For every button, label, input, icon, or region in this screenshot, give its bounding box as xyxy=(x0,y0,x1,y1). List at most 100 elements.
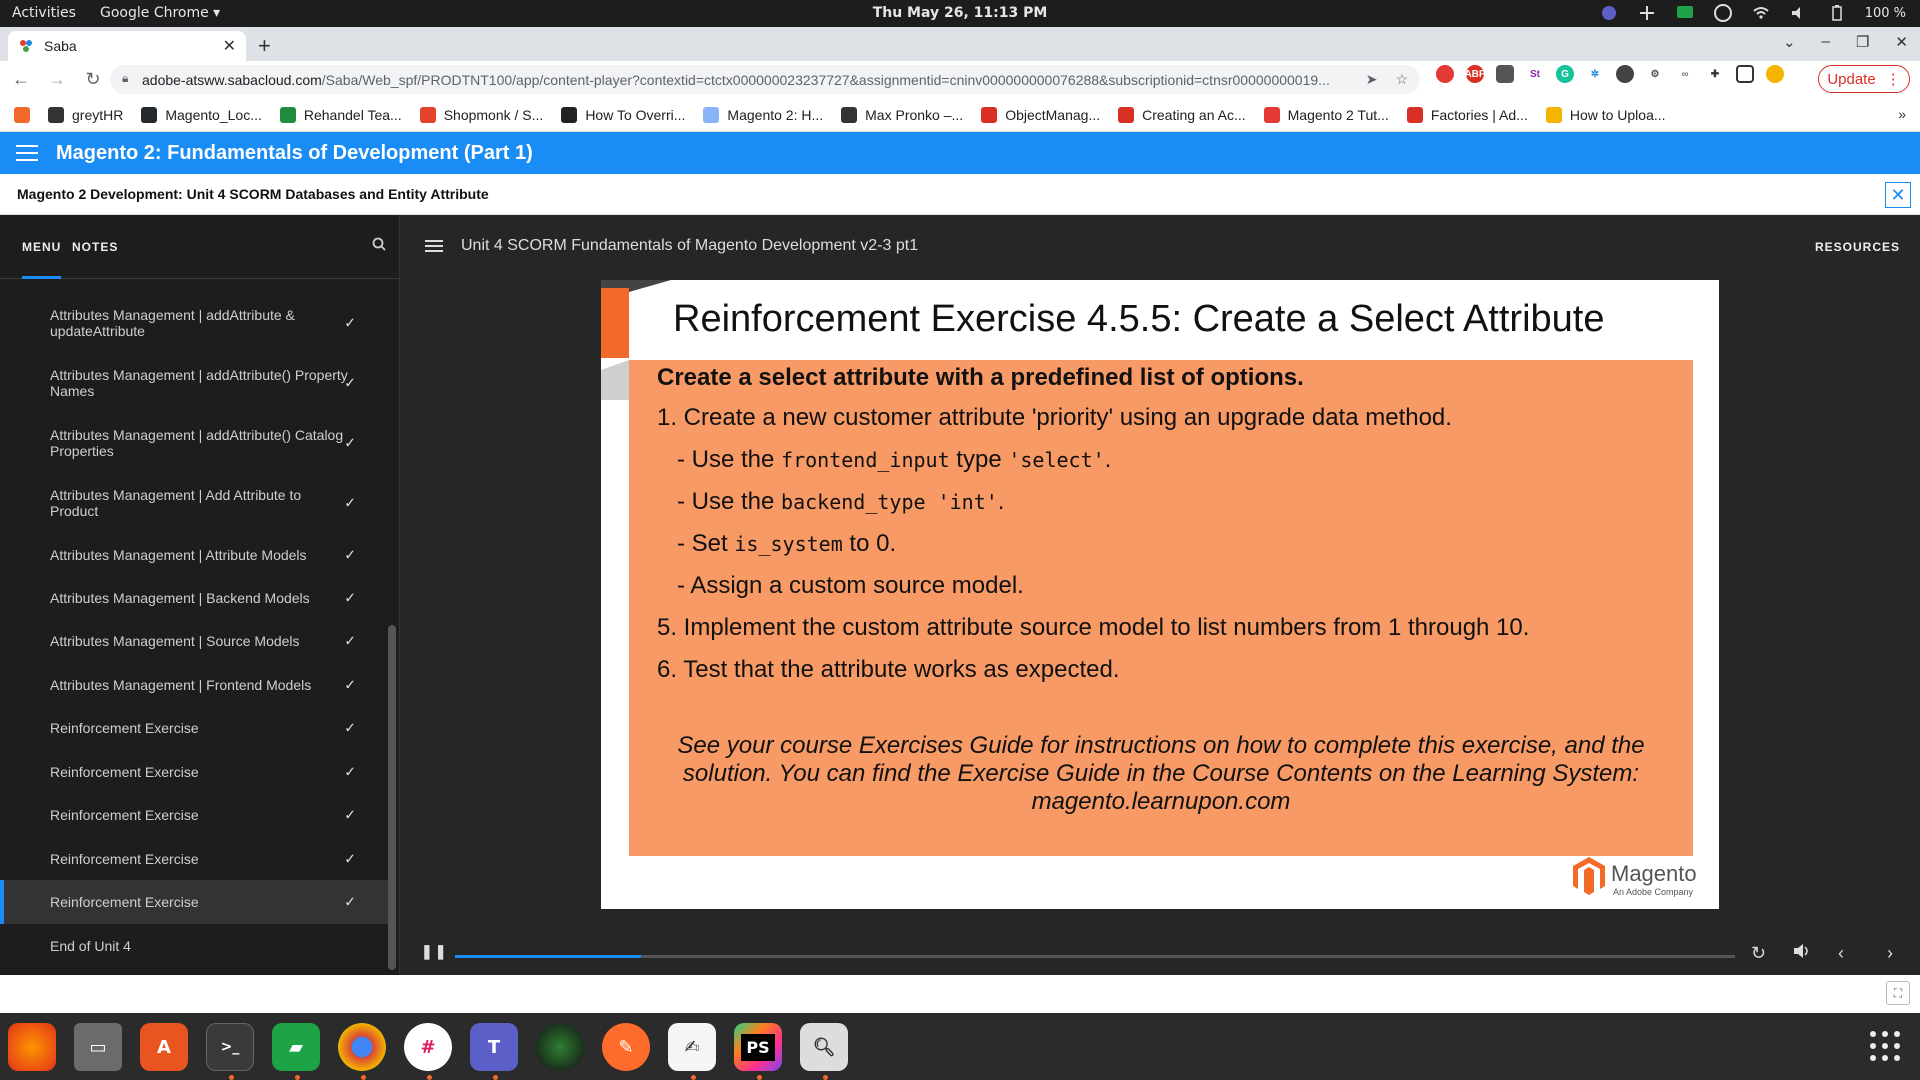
address-bar[interactable]: 🔒︎ adobe-atsww.sabacloud.com/Saba/Web_sp… xyxy=(110,65,1420,94)
sidebar-menu-item[interactable]: Reinforcement Exercise ✓ xyxy=(0,793,390,837)
new-tab-button[interactable]: + xyxy=(258,33,271,59)
extension-record-icon[interactable] xyxy=(1616,65,1634,83)
bookmark-item[interactable]: Rehandel Tea... xyxy=(279,106,402,123)
maximize-icon[interactable]: ❐ xyxy=(1856,33,1869,51)
bookmark-item[interactable]: How to Uploa... xyxy=(1545,106,1666,123)
chat-tray-icon[interactable] xyxy=(1675,4,1695,22)
player-controls: ❚❚ ↻ ‹ › xyxy=(401,935,1920,975)
previous-slide-icon[interactable]: ‹ xyxy=(1838,943,1844,964)
software-center-icon[interactable]: A xyxy=(140,1023,188,1071)
volume-control-icon[interactable] xyxy=(1793,943,1811,964)
sidebar-menu-item[interactable]: Attributes Management | addAttribute() C… xyxy=(0,413,390,473)
sidebar-menu-item[interactable]: Attributes Management | Add Attribute to… xyxy=(0,473,390,533)
resources-button[interactable]: RESOURCES xyxy=(1815,240,1900,254)
bookmarks-overflow-icon[interactable]: » xyxy=(1898,106,1906,122)
extension-link-icon[interactable]: ∞ xyxy=(1676,65,1694,83)
search-icon[interactable] xyxy=(372,237,386,256)
tab-title: Saba xyxy=(44,38,77,54)
kebab-menu-icon[interactable]: ⋮ xyxy=(1886,70,1901,88)
extension-settings-icon[interactable]: ⚙ xyxy=(1646,65,1664,83)
terminal-icon[interactable]: >_ xyxy=(206,1023,254,1071)
profile-avatar[interactable] xyxy=(1766,65,1784,83)
extension-st-icon[interactable]: St xyxy=(1526,65,1544,83)
tab-search-icon[interactable]: ⌄ xyxy=(1783,33,1796,51)
extensions-puzzle-icon[interactable]: ✚ xyxy=(1706,65,1724,83)
bookmark-item[interactable]: Factories | Ad... xyxy=(1406,106,1528,123)
share-icon[interactable]: ➤ xyxy=(1366,71,1378,88)
tab-notes[interactable]: NOTES xyxy=(72,240,118,254)
sidebar-menu-item[interactable]: Attributes Management | Source Models ✓ xyxy=(0,619,390,663)
globe-tray-icon[interactable] xyxy=(1713,4,1733,22)
progress-bar[interactable] xyxy=(455,955,1735,958)
minimize-icon[interactable]: – xyxy=(1822,33,1830,51)
extension-gear-icon[interactable]: ✲ xyxy=(1586,65,1604,83)
slack-tray-icon[interactable] xyxy=(1637,4,1657,22)
bookmark-favicon-icon xyxy=(981,106,998,123)
chat-app-icon[interactable]: ▰ xyxy=(272,1023,320,1071)
teams-icon[interactable]: T xyxy=(470,1023,518,1071)
adblock-icon[interactable]: ABP xyxy=(1464,65,1486,83)
tab-menu[interactable]: MENU xyxy=(22,240,62,279)
sidebar-menu-item[interactable]: Attributes Management | Attribute Models… xyxy=(0,533,390,576)
completed-check-icon: ✓ xyxy=(344,589,356,605)
sidebar-menu-item[interactable]: Attributes Management | Backend Models ✓ xyxy=(0,576,390,619)
volume-icon[interactable] xyxy=(1789,4,1809,22)
files-icon[interactable]: ▭ xyxy=(74,1023,122,1071)
lock-icon[interactable]: 🔒︎ xyxy=(122,71,128,86)
slack-icon[interactable]: # xyxy=(404,1023,452,1071)
next-slide-icon[interactable]: › xyxy=(1887,943,1893,964)
bookmark-item[interactable]: Shopmonk / S... xyxy=(419,106,543,123)
firefox-icon[interactable] xyxy=(8,1023,56,1071)
bookmark-item[interactable]: Magento_Loc... xyxy=(141,106,262,123)
teams-tray-icon[interactable] xyxy=(1599,4,1619,22)
sidebar-scrollbar[interactable] xyxy=(388,625,396,970)
bookmark-star-icon[interactable]: ☆ xyxy=(1395,71,1408,88)
reload-icon[interactable]: ↻ xyxy=(78,69,108,90)
grammarly-icon[interactable]: G xyxy=(1556,65,1574,83)
pause-icon[interactable]: ❚❚ xyxy=(421,943,448,960)
bookmark-item[interactable] xyxy=(14,106,30,123)
bookmark-item[interactable]: How To Overri... xyxy=(561,106,685,123)
wifi-icon[interactable] xyxy=(1751,4,1771,22)
bookmark-favicon-icon xyxy=(141,106,158,123)
sidebar-menu-item[interactable]: Attributes Management | addAttribute & u… xyxy=(0,293,390,353)
bookmark-item[interactable]: ObjectManag... xyxy=(981,106,1100,123)
close-window-icon[interactable]: ✕ xyxy=(1895,33,1908,51)
bookmark-item[interactable]: Creating an Ac... xyxy=(1118,106,1246,123)
exercise-guide-note: See your course Exercises Guide for inst… xyxy=(677,732,1645,815)
chrome-icon[interactable] xyxy=(338,1023,386,1071)
menu-item-label: Attributes Management | addAttribute & u… xyxy=(50,307,295,339)
bookmark-item[interactable]: greytHR xyxy=(48,106,123,123)
toc-menu-icon[interactable] xyxy=(425,240,443,252)
forward-icon[interactable]: → xyxy=(42,69,72,90)
bookmark-item[interactable]: Magento 2 Tut... xyxy=(1263,106,1389,123)
text-editor-icon[interactable]: ✍ xyxy=(668,1023,716,1071)
image-viewer-icon[interactable]: 🔍︎ xyxy=(800,1023,848,1071)
completed-check-icon: ✓ xyxy=(344,719,356,736)
battery-icon[interactable] xyxy=(1827,4,1847,22)
extension-calendar-icon[interactable] xyxy=(1496,65,1514,83)
phpstorm-icon[interactable]: PS xyxy=(734,1023,782,1071)
close-player-button[interactable]: ✕ xyxy=(1885,182,1911,208)
bookmark-item[interactable]: Magento 2: H... xyxy=(703,106,823,123)
fullscreen-icon[interactable]: ⛶ xyxy=(1886,981,1910,1005)
sidebar-menu-item[interactable]: Attributes Management | addAttribute() P… xyxy=(0,353,390,413)
sidebar-menu-item[interactable]: End of Unit 4 xyxy=(0,924,390,967)
sidebar-menu-item[interactable]: Reinforcement Exercise ✓ xyxy=(0,837,390,880)
sidebar-menu-item[interactable]: Reinforcement Exercise ✓ xyxy=(0,750,390,793)
browser-tab[interactable]: Saba ✕ xyxy=(8,31,246,61)
side-panel-icon[interactable] xyxy=(1736,65,1754,83)
back-icon[interactable]: ← xyxy=(6,69,36,90)
extension-heart-icon[interactable] xyxy=(1436,65,1454,83)
bookmark-item[interactable]: Max Pronko –... xyxy=(841,106,963,123)
replay-icon[interactable]: ↻ xyxy=(1751,943,1766,964)
camera-app-icon[interactable] xyxy=(536,1023,584,1071)
tab-close-icon[interactable]: ✕ xyxy=(223,36,236,56)
sidebar-menu-item[interactable]: Reinforcement Exercise ✓ xyxy=(0,880,390,924)
hamburger-menu-icon[interactable] xyxy=(16,145,38,161)
sidebar-menu-item[interactable]: Attributes Management | Frontend Models ✓ xyxy=(0,663,390,706)
sidebar-menu-item[interactable]: Reinforcement Exercise ✓ xyxy=(0,706,390,750)
postman-icon[interactable]: ✎ xyxy=(602,1023,650,1071)
show-applications-icon[interactable] xyxy=(1870,1031,1900,1061)
update-button[interactable]: Update ⋮ xyxy=(1818,65,1910,93)
